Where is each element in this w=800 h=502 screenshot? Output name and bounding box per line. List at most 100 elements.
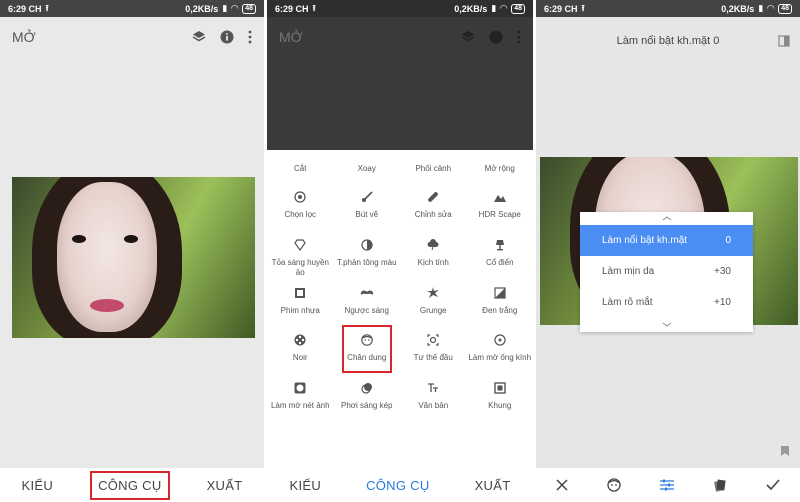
- status-bar: 6:29 CH ⭱ 0,2KB/s ▮ ◠ 48: [0, 0, 264, 17]
- top-app-bar: MỞ: [0, 17, 264, 57]
- tool-label: Bút vẽ: [355, 210, 379, 219]
- lamp-icon: [493, 238, 507, 252]
- status-time: 6:29 CH: [544, 3, 578, 14]
- tool-vignette[interactable]: Làm mờ nét ảnh: [267, 373, 334, 421]
- tool-healing[interactable]: Chỉnh sửa: [400, 182, 467, 230]
- tool-lens-blur[interactable]: Làm mờ ống kính: [467, 325, 534, 373]
- face-icon[interactable]: [607, 478, 621, 492]
- tool-label: Tỏa sáng huyền ảo: [271, 257, 329, 277]
- more-vert-icon[interactable]: [248, 30, 252, 44]
- portrait-tool-screen: 6:29 CH ⭱ 0,2KB/s ▮ ◠ 48 Làm nổi bật kh.mặt …: [536, 0, 800, 502]
- option-label: Làm nổi bật kh.mặt: [602, 235, 688, 246]
- face-icon: [360, 333, 374, 347]
- tool-vintage[interactable]: Cổ điển: [467, 230, 534, 278]
- target-icon: [293, 190, 307, 204]
- option-value: +30: [714, 266, 731, 277]
- tool-glamour-glow[interactable]: Tỏa sáng huyền ảo: [267, 230, 334, 278]
- tab-tools[interactable]: CÔNG CỤ: [360, 472, 436, 499]
- bandage-icon: [426, 190, 440, 204]
- tool-text[interactable]: Văn bản: [400, 373, 467, 421]
- network-speed: 0,2KB/s: [185, 3, 219, 14]
- open-button[interactable]: MỞ: [12, 29, 192, 45]
- tool-noir[interactable]: Noir: [267, 325, 334, 373]
- network-speed: 0,2KB/s: [721, 3, 755, 14]
- tool-rotate[interactable]: Xoay: [334, 150, 401, 182]
- mountain-icon: [493, 190, 507, 204]
- styles-icon[interactable]: [713, 478, 727, 492]
- tool-action-bar: [536, 468, 800, 502]
- tool-label: Cổ điển: [485, 257, 514, 267]
- tool-drama[interactable]: Kịch tính: [400, 230, 467, 278]
- bw-icon: [493, 286, 507, 300]
- chevron-up-icon: [580, 212, 753, 225]
- tool-label: Phối cảnh: [415, 164, 452, 173]
- info-icon: [489, 30, 503, 44]
- status-time: 6:29 CH: [275, 3, 309, 14]
- tool-perspective[interactable]: Phối cảnh: [400, 150, 467, 182]
- dimmed-overlay[interactable]: MỞ: [267, 17, 533, 151]
- compare-icon[interactable]: [778, 34, 790, 52]
- tool-label: Khung: [488, 400, 512, 410]
- signal-icon: ▮: [491, 3, 497, 13]
- tool-tonal-contrast[interactable]: T.phản tông màu: [334, 230, 401, 278]
- tool-crop[interactable]: Cắt: [267, 150, 334, 182]
- tool-label: Phim nhựa: [280, 305, 320, 315]
- tool-label: Làm mờ ống kính: [468, 353, 532, 363]
- text-icon: [426, 381, 440, 395]
- tool-label: T.phản tông màu: [336, 257, 397, 267]
- tool-hdr-scape[interactable]: HDR Scape: [467, 182, 534, 230]
- reel-icon: [293, 333, 307, 347]
- option-skin-smoothing[interactable]: Làm mịn da +30: [580, 256, 753, 287]
- portrait-photo: [12, 177, 255, 338]
- tool-label: Chân dung: [347, 353, 387, 363]
- tool-double-exposure[interactable]: Phơi sáng kép: [334, 373, 401, 421]
- tool-frames[interactable]: Khung: [467, 373, 534, 421]
- option-value: +10: [714, 297, 731, 308]
- tool-label: Cắt: [294, 164, 307, 173]
- contrast-icon: [360, 238, 374, 252]
- double-exposure-icon: [360, 381, 374, 395]
- cloud-icon: [426, 238, 440, 252]
- status-bar: 6:29 CH ⭱ 0,2KB/s ▮ ◠ 48: [267, 0, 533, 17]
- tab-styles[interactable]: KIỂU: [284, 472, 328, 499]
- option-face-light[interactable]: Làm nổi bật kh.mặt 0: [580, 225, 753, 256]
- tool-label: Chỉnh sửa: [414, 210, 452, 219]
- bottom-tab-bar: KIỂU CÔNG CỤ XUẤT: [267, 468, 533, 502]
- tools-grid: Cắt Xoay Phối cảnh Mở rộng Chọn lọc Bút …: [267, 150, 533, 468]
- tool-grainy-film[interactable]: Phim nhựa: [267, 278, 334, 326]
- tool-black-white[interactable]: Đen trắng: [467, 278, 534, 326]
- vignette-icon: [293, 381, 307, 395]
- tool-selective[interactable]: Chọn lọc: [267, 182, 334, 230]
- tool-label: Phơi sáng kép: [341, 400, 393, 410]
- battery-icon: 48: [242, 3, 256, 14]
- bookmark-icon[interactable]: [780, 444, 790, 462]
- tool-portrait[interactable]: Chân dung: [334, 325, 401, 373]
- upload-icon: ⭱: [581, 2, 585, 13]
- tool-retrolux[interactable]: Ngược sáng: [334, 278, 401, 326]
- tool-head-pose[interactable]: Tư thế đầu: [400, 325, 467, 373]
- tool-brush[interactable]: Bút vẽ: [334, 182, 401, 230]
- tab-export[interactable]: XUẤT: [201, 472, 249, 499]
- film-icon: [293, 286, 307, 300]
- tool-label: Noir: [292, 353, 308, 363]
- adjust-sliders-icon[interactable]: [659, 479, 674, 491]
- tab-styles[interactable]: KIỂU: [16, 472, 60, 499]
- close-icon[interactable]: [556, 479, 568, 491]
- tool-grunge[interactable]: Grunge: [400, 278, 467, 326]
- tool-label: Mở rộng: [484, 164, 515, 173]
- tab-export[interactable]: XUẤT: [469, 472, 517, 499]
- check-icon[interactable]: [766, 479, 780, 491]
- upload-icon: ⭱: [45, 2, 49, 13]
- info-icon[interactable]: [220, 30, 234, 44]
- tab-tools[interactable]: CÔNG CỤ: [90, 470, 170, 500]
- wifi-icon: ◠: [767, 3, 775, 13]
- tool-label: HDR Scape: [478, 210, 521, 219]
- option-eye-clarity[interactable]: Làm rõ mắt +10: [580, 287, 753, 318]
- brush-icon: [360, 190, 374, 204]
- layers-icon[interactable]: [192, 30, 206, 44]
- tool-expand[interactable]: Mở rộng: [467, 150, 534, 182]
- frame-icon: [493, 381, 507, 395]
- tool-label: Tư thế đầu: [413, 353, 453, 363]
- adjustment-menu: Làm nổi bật kh.mặt 0 Làm mịn da +30 Làm rõ…: [580, 212, 753, 332]
- mustache-icon: [360, 286, 374, 300]
